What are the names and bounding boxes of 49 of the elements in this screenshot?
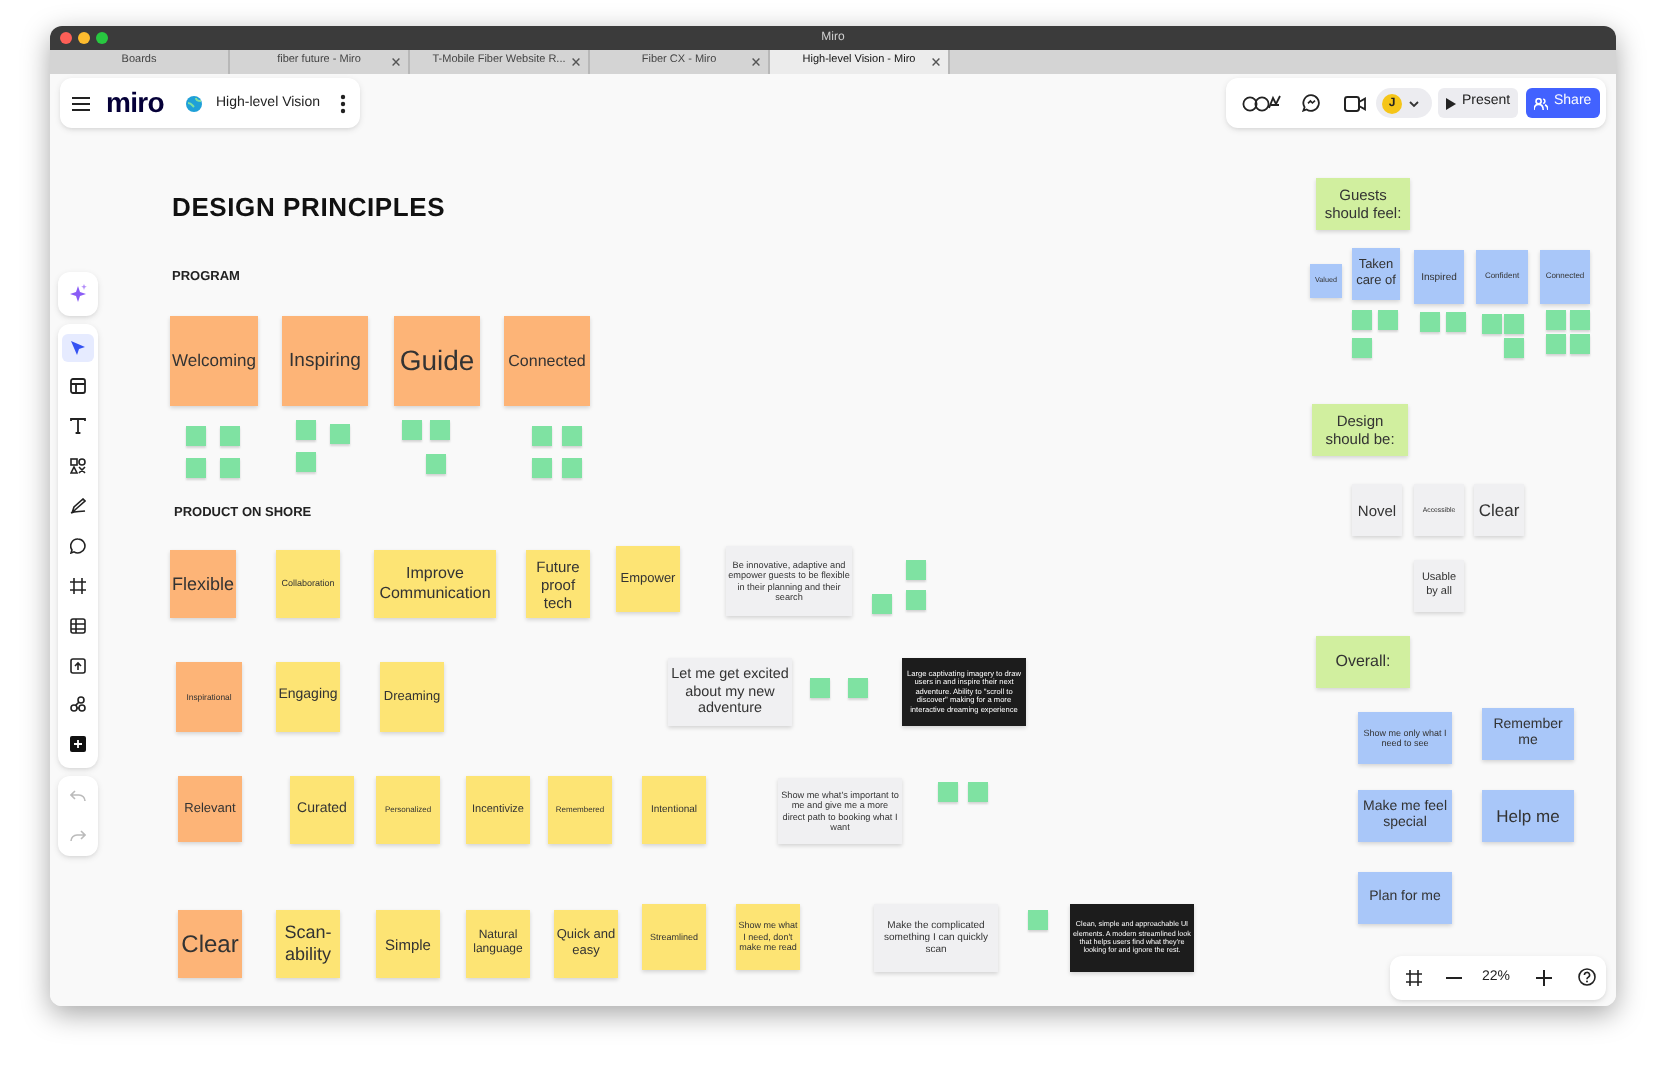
- board-canvas[interactable]: [50, 74, 1616, 1006]
- ai-panel: [58, 272, 98, 316]
- sticky-note: Guide: [394, 316, 480, 406]
- menu-icon[interactable]: [72, 96, 90, 112]
- upload-icon[interactable]: [70, 658, 86, 674]
- close-icon[interactable]: [752, 58, 760, 66]
- sticky-note: Inspiring: [282, 316, 368, 406]
- caret-icon[interactable]: [1408, 99, 1420, 107]
- close-icon[interactable]: [932, 58, 940, 66]
- comment-icon[interactable]: [70, 538, 86, 554]
- pen-icon[interactable]: [70, 498, 86, 514]
- close-icon[interactable]: [572, 58, 580, 66]
- sticky-note: Clear: [178, 910, 242, 978]
- frames-icon[interactable]: [1406, 970, 1422, 986]
- sticky-note: Connected: [504, 316, 590, 406]
- miro-logo[interactable]: miro: [106, 88, 164, 116]
- close-window-button[interactable]: [60, 32, 72, 44]
- text-icon[interactable]: [70, 418, 86, 434]
- sticky-note: Scan-ability: [276, 910, 340, 978]
- more-options-icon[interactable]: [340, 94, 346, 114]
- zoom-in-icon[interactable]: [1536, 970, 1552, 986]
- sticky-note: Clear: [1474, 484, 1524, 536]
- template-icon[interactable]: [70, 378, 86, 394]
- reactions-icon[interactable]: [1242, 94, 1282, 112]
- sticky-note: Welcoming: [170, 316, 258, 406]
- chat-icon[interactable]: [1302, 94, 1320, 112]
- sticky-note: Improve Communication: [374, 550, 496, 618]
- help-icon[interactable]: [1578, 968, 1596, 986]
- history-panel: [58, 776, 98, 856]
- add-icon[interactable]: [70, 736, 86, 752]
- select-tool-button[interactable]: [62, 334, 94, 362]
- sticky-note: Overall:: [1316, 636, 1410, 688]
- frame-icon[interactable]: [70, 578, 86, 594]
- play-icon: [1446, 97, 1456, 109]
- people-icon: [1534, 97, 1548, 109]
- shapes-icon[interactable]: [70, 458, 86, 474]
- minimize-window-button[interactable]: [78, 32, 90, 44]
- sparkle-icon[interactable]: [68, 284, 88, 304]
- globe-icon: [186, 96, 202, 112]
- apps-icon[interactable]: [70, 696, 86, 712]
- board-heading: DESIGN PRINCIPLES: [172, 194, 446, 220]
- cursor-icon: [70, 340, 86, 356]
- table-icon[interactable]: [70, 618, 86, 634]
- maximize-window-button[interactable]: [96, 32, 108, 44]
- video-camera-icon[interactable]: [1344, 96, 1366, 112]
- small-sticky-note: [1028, 910, 1048, 930]
- sticky-note: Flexible: [170, 550, 236, 618]
- sticky-note: Help me: [1482, 790, 1574, 842]
- close-icon[interactable]: [392, 58, 400, 66]
